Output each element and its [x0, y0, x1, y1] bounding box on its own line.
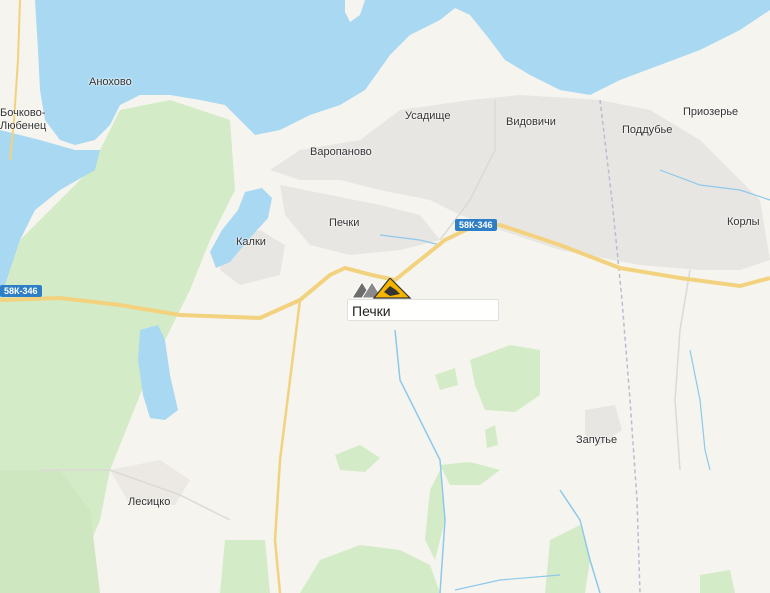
place-label-pechki[interactable]: Печки — [329, 217, 359, 229]
place-label-lesitsko[interactable]: Лесицко — [128, 496, 170, 508]
place-label-vidovichi[interactable]: Видовичи — [506, 116, 556, 128]
road-shield-west: 58К-346 — [0, 285, 42, 297]
place-label-kalki[interactable]: Калки — [236, 236, 266, 248]
selected-place-label[interactable]: Печки — [347, 299, 499, 321]
place-label-priozerye[interactable]: Приозерье — [683, 106, 738, 118]
place-label-korly[interactable]: Корлы — [727, 216, 760, 228]
place-label-lyubenets[interactable]: Любенец — [0, 120, 46, 132]
forest-patch-7 — [220, 540, 270, 593]
place-label-usadishche[interactable]: Усадище — [405, 110, 450, 122]
road-shield-east: 58К-346 — [455, 219, 497, 231]
map-view[interactable]: Анохово Бочково- Любенец Усадище Видович… — [0, 0, 770, 593]
place-label-bochkovo[interactable]: Бочково- — [0, 107, 45, 119]
place-label-poddubye[interactable]: Поддубье — [622, 124, 672, 136]
place-label-varopanovo[interactable]: Варопаново — [310, 146, 372, 158]
place-label-anokhovo[interactable]: Анохово — [89, 76, 132, 88]
place-label-zaputye[interactable]: Запутье — [576, 434, 617, 446]
